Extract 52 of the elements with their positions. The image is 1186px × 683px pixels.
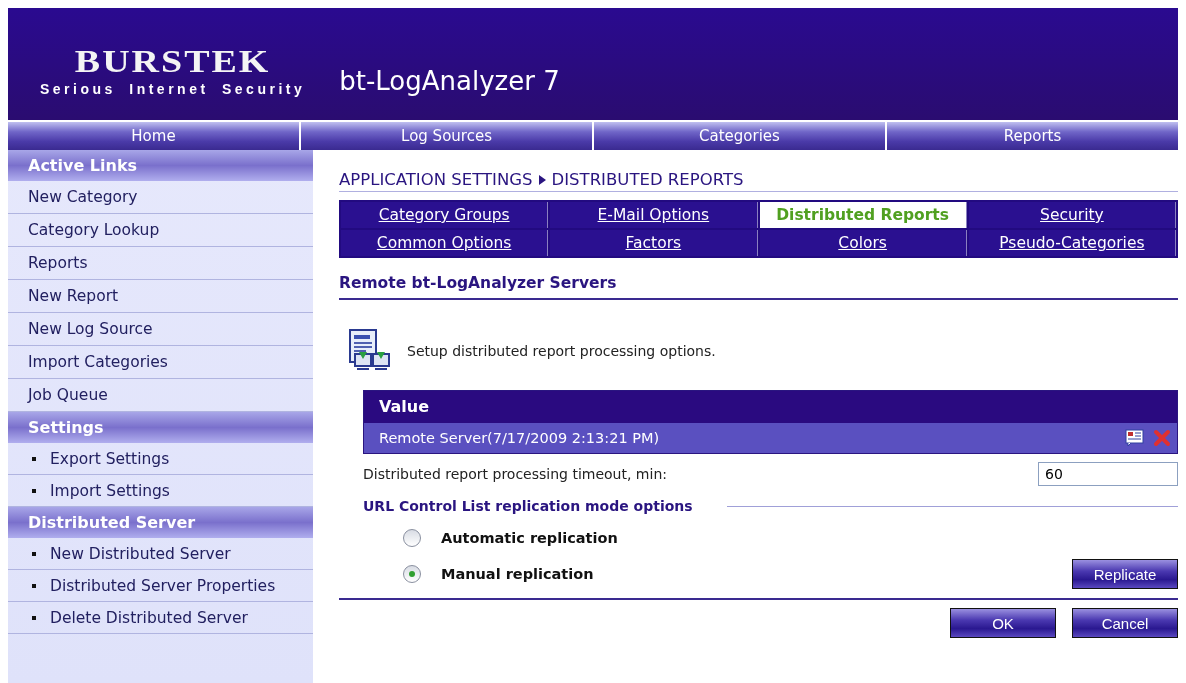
settings-tab[interactable]: Factors	[550, 230, 758, 256]
settings-tab[interactable]: Colors	[759, 230, 967, 256]
sidebar-link[interactable]: New Report	[8, 280, 313, 313]
app-title: bt-LogAnalyzer 7	[339, 66, 560, 96]
dialog-button[interactable]: OK	[950, 608, 1056, 638]
sidebar-link[interactable]: Delete Distributed Server	[50, 608, 248, 627]
bullet-icon	[32, 456, 36, 461]
settings-tab[interactable]: Pseudo-Categories	[968, 230, 1176, 256]
table-row[interactable]: Remote Server(7/17/2009 2:13:21 PM)	[364, 423, 1177, 453]
field-label: Distributed report processing timeout, min:	[363, 466, 667, 482]
sidebar-link[interactable]: Distributed Server Properties	[50, 576, 276, 595]
nav-tab[interactable]: Log Sources	[301, 122, 594, 150]
bullet-icon	[32, 551, 36, 556]
sidebar-link[interactable]: Reports	[8, 247, 313, 280]
timeout-input[interactable]: 60	[1038, 462, 1178, 486]
radio-label: Automatic replication	[441, 530, 618, 546]
settings-tab[interactable]: Security	[968, 202, 1176, 228]
sidebar-link[interactable]: Import Categories	[8, 346, 313, 379]
sidebar-section-header: Active Links	[8, 150, 313, 181]
table-header: Value	[364, 391, 1177, 423]
replicate-button[interactable]: Replicate	[1072, 559, 1178, 589]
edit-icon[interactable]	[1125, 429, 1145, 447]
nav-tab[interactable]: Home	[8, 122, 301, 150]
table-cell-text: Remote Server(7/17/2009 2:13:21 PM)	[379, 430, 661, 446]
sidebar-link[interactable]: Export Settings	[50, 449, 170, 468]
group-title: URL Control List replication mode options	[363, 498, 693, 514]
sidebar-link[interactable]: Import Settings	[50, 481, 170, 500]
sidebar-link[interactable]: New Log Source	[8, 313, 313, 346]
breadcrumb-item: DISTRIBUTED REPORTS	[551, 170, 744, 189]
intro-text: Setup distributed report processing options.	[407, 343, 716, 359]
section-title: Remote bt-LogAnalyzer Servers	[339, 258, 1178, 300]
sidebar-link[interactable]: New Distributed Server	[50, 544, 231, 563]
sidebar-section-header: Distributed Server	[8, 507, 313, 538]
settings-tab[interactable]: E-Mail Options	[550, 202, 758, 228]
logo-tagline: Serious Internet Security	[40, 81, 306, 97]
nav-tab[interactable]: Reports	[887, 122, 1178, 150]
settings-tab[interactable]: Category Groups	[341, 202, 549, 228]
radio-button[interactable]	[403, 529, 421, 547]
sidebar-link[interactable]: Category Lookup	[8, 214, 313, 247]
chevron-right-icon	[538, 174, 546, 185]
sidebar-link[interactable]: New Category	[8, 181, 313, 214]
breadcrumb-item: APPLICATION SETTINGS	[339, 170, 533, 189]
bullet-icon	[32, 583, 36, 588]
radio-label: Manual replication	[441, 566, 594, 582]
bullet-icon	[32, 488, 36, 493]
radio-button[interactable]	[403, 565, 421, 583]
bullet-icon	[32, 615, 36, 620]
sidebar-section-header: Settings	[8, 412, 313, 443]
logo-wordmark: BURSTEK	[74, 44, 271, 78]
nav-tab[interactable]: Categories	[594, 122, 887, 150]
dialog-button[interactable]: Cancel	[1072, 608, 1178, 638]
settings-tab[interactable]: Common Options	[341, 230, 549, 256]
